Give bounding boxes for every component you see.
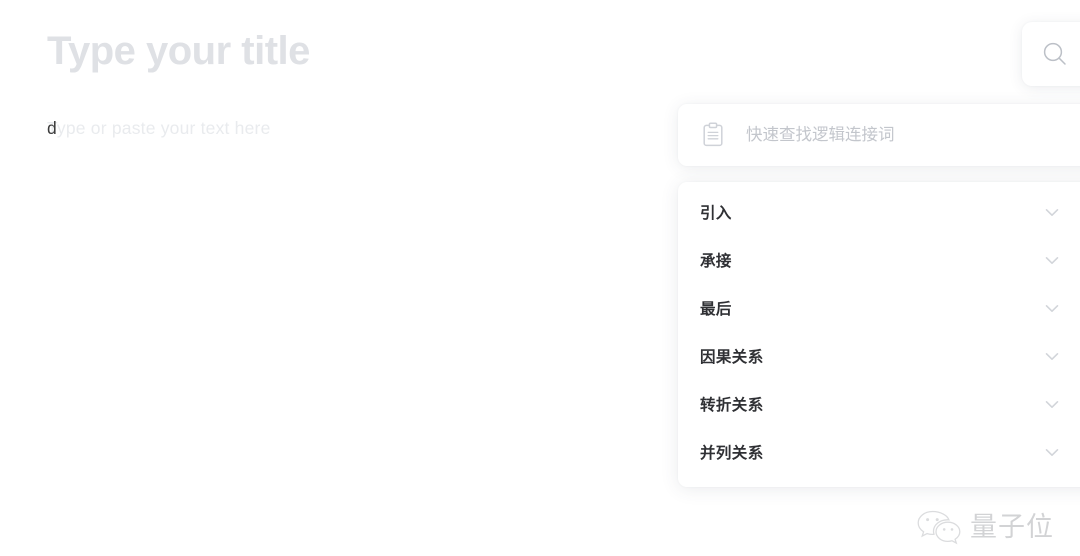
category-row-causal[interactable]: 因果关系 <box>678 332 1080 380</box>
chevron-down-icon[interactable] <box>1042 346 1062 366</box>
category-label: 转折关系 <box>700 397 764 414</box>
category-label: 承接 <box>700 253 732 270</box>
category-row-parallel[interactable]: 并列关系 <box>678 428 1080 476</box>
connective-search-panel[interactable] <box>678 104 1080 166</box>
connective-search-input[interactable] <box>746 121 1046 149</box>
body-placeholder: Type or paste your text here <box>47 118 271 138</box>
category-row-continuation[interactable]: 承接 <box>678 236 1080 284</box>
watermark-text: 量子位 <box>970 512 1054 542</box>
chevron-down-icon[interactable] <box>1042 202 1062 222</box>
category-row-final[interactable]: 最后 <box>678 284 1080 332</box>
category-label: 并列关系 <box>700 445 764 462</box>
chevron-down-icon[interactable] <box>1042 250 1062 270</box>
category-label: 因果关系 <box>700 349 764 366</box>
body-typed-text: d <box>47 118 57 138</box>
chevron-down-icon[interactable] <box>1042 298 1062 318</box>
chevron-down-icon[interactable] <box>1042 394 1062 414</box>
connective-category-list: 引入 承接 最后 因果关系 转折关系 并列关系 <box>678 182 1080 487</box>
title-placeholder[interactable]: Type your title <box>47 26 310 76</box>
category-row-introduction[interactable]: 引入 <box>678 188 1080 236</box>
watermark: 量子位 <box>916 508 1054 546</box>
search-icon <box>1040 39 1070 69</box>
category-row-transition[interactable]: 转折关系 <box>678 380 1080 428</box>
search-toggle-button[interactable] <box>1022 22 1080 86</box>
wechat-logo-icon <box>916 508 962 546</box>
category-label: 引入 <box>700 205 732 222</box>
category-label: 最后 <box>700 301 732 318</box>
chevron-down-icon[interactable] <box>1042 442 1062 462</box>
document-editor[interactable]: Type your title Type or paste your text … <box>0 0 700 556</box>
clipboard-icon <box>700 122 726 148</box>
